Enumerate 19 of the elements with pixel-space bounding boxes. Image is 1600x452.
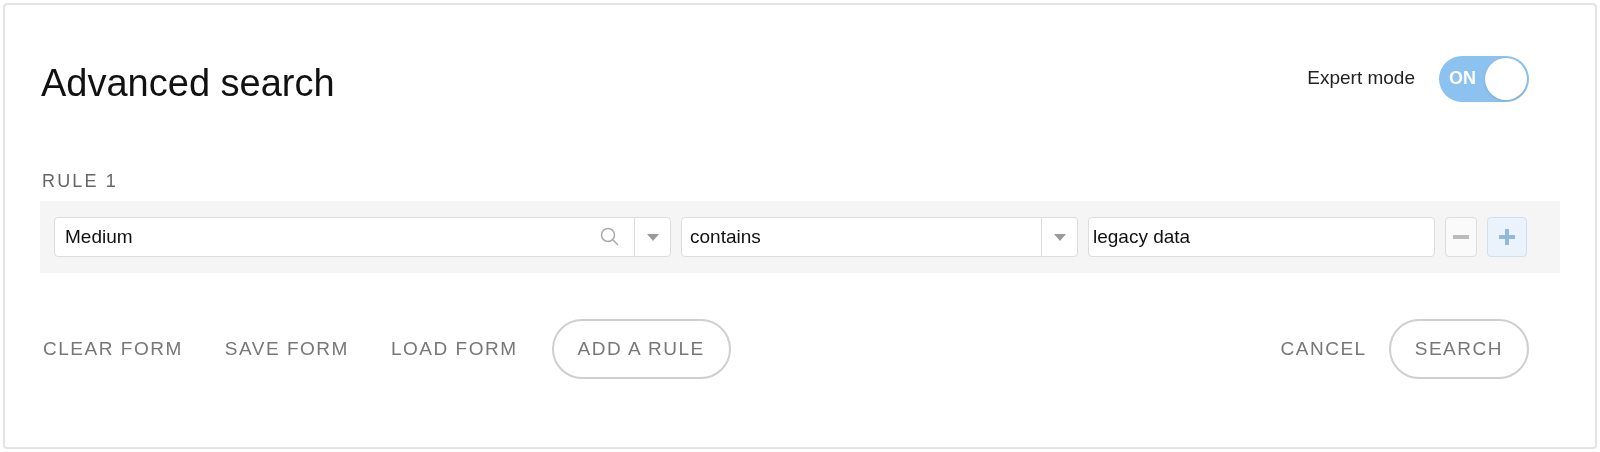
text-button[interactable]: LOAD FORM (382, 319, 526, 379)
outline-button[interactable]: SEARCH (1388, 319, 1529, 379)
outline-button[interactable]: ADD A RULE (551, 319, 731, 379)
page-title: Advanced search (41, 61, 335, 106)
minus-icon (1453, 235, 1469, 239)
text-button[interactable]: CANCEL (1272, 319, 1375, 379)
text-button[interactable]: SAVE FORM (216, 319, 357, 379)
search-icon (600, 227, 620, 247)
plus-icon (1499, 229, 1515, 245)
caret-icon (646, 233, 659, 241)
text-button[interactable]: CLEAR FORM (35, 319, 191, 379)
add-rule-icon-button[interactable] (1487, 217, 1527, 257)
toggle-label: Expert mode (1307, 66, 1415, 91)
operator-select[interactable]: contains (681, 217, 1078, 257)
value-field[interactable]: legacy data (1088, 217, 1435, 257)
rule-label: RULE 1 (41, 170, 119, 193)
remove-rule-button[interactable] (1445, 217, 1477, 257)
field-select[interactable]: Medium (54, 217, 671, 257)
caret-icon (1053, 233, 1066, 241)
